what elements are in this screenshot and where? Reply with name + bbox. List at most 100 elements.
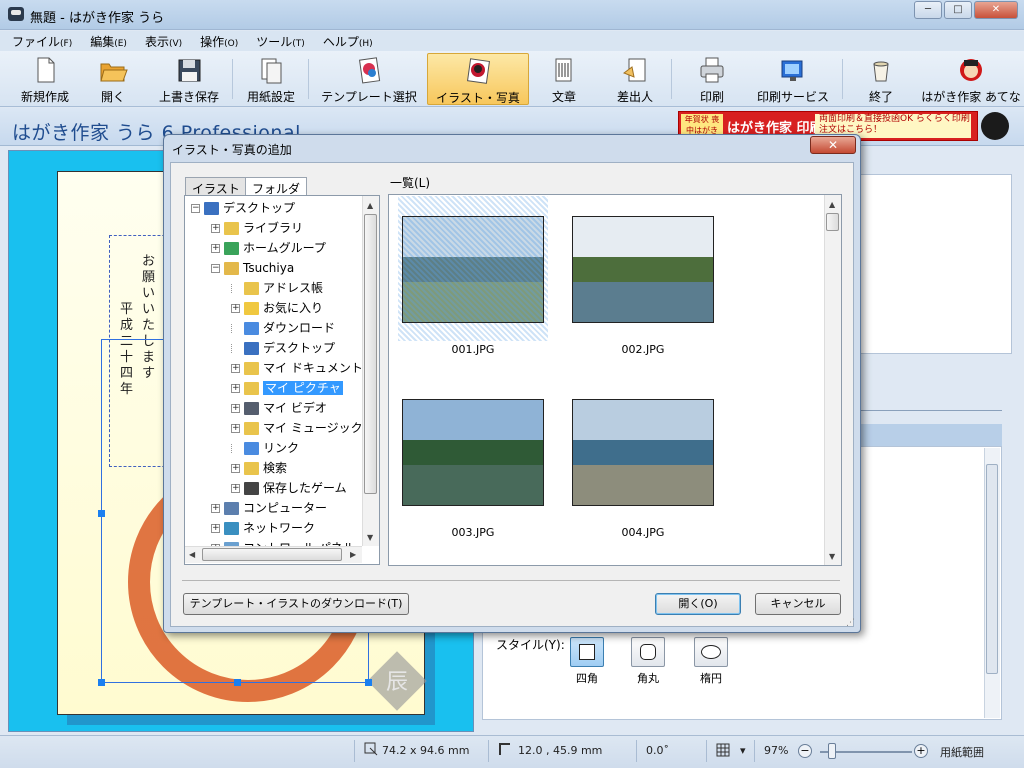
position-icon xyxy=(499,743,510,755)
expand-toggle-icon[interactable]: + xyxy=(211,524,220,533)
address-app-button[interactable]: はがき作家 あてな xyxy=(920,53,1022,105)
tree-item[interactable]: + マイ ドキュメント xyxy=(231,358,363,378)
style-ellipse-label: 楕円 xyxy=(700,672,722,685)
tree-item[interactable]: + ネットワーク xyxy=(211,518,315,538)
tree-item[interactable]: + コンピューター xyxy=(211,498,327,518)
style-ellipse-button[interactable] xyxy=(694,637,728,667)
tree-item[interactable]: + 検索 xyxy=(231,458,287,478)
tab-folder[interactable]: フォルダ xyxy=(245,177,308,196)
expand-toggle-icon[interactable]: + xyxy=(211,244,220,253)
minimize-button[interactable]: ─ xyxy=(914,1,942,19)
tree-item-label: リンク xyxy=(263,441,300,455)
menu-tools-key: (T) xyxy=(292,39,305,49)
menu-edit[interactable]: 編集(E) xyxy=(78,31,133,50)
folder-icon xyxy=(224,262,239,275)
menu-view-key: (V) xyxy=(168,39,183,49)
zoom-slider-knob[interactable] xyxy=(828,743,836,759)
new-label: 新規作成 xyxy=(20,90,69,104)
resize-handle[interactable] xyxy=(98,679,105,686)
menu-view[interactable]: 表示(V) xyxy=(133,31,188,50)
photo-caption: 003.JPG xyxy=(451,526,495,539)
tree-item[interactable]: リンク xyxy=(231,438,299,458)
resize-handle[interactable] xyxy=(365,679,372,686)
sender-button[interactable]: 差出人 xyxy=(603,53,667,105)
save-button[interactable]: 上書き保存 xyxy=(148,53,230,105)
tab-illust[interactable]: イラスト xyxy=(185,177,247,197)
tree-item[interactable]: + お気に入り xyxy=(231,298,323,318)
tree-scroll-down-icon[interactable]: ▼ xyxy=(367,533,373,542)
tree-item[interactable]: デスクトップ xyxy=(231,338,335,358)
tree-scroll-right-icon[interactable]: ▶ xyxy=(350,550,356,559)
tree-item[interactable]: アドレス帳 xyxy=(231,278,323,298)
style-rounded-button[interactable] xyxy=(631,637,665,667)
download-templates-button[interactable]: テンプレート・イラストのダウンロード(T) xyxy=(183,593,409,615)
expand-toggle-icon[interactable]: + xyxy=(231,464,240,473)
menu-operation[interactable]: 操作(O) xyxy=(188,31,244,50)
open-file-button[interactable]: 開く(O) xyxy=(655,593,741,615)
tree-item[interactable]: ダウンロード xyxy=(231,318,335,338)
style-square-button[interactable] xyxy=(570,637,604,667)
tree-item[interactable]: − Tsuchiya xyxy=(211,258,294,278)
expand-toggle-icon[interactable]: + xyxy=(211,224,220,233)
print-service-button[interactable]: 印刷サービス xyxy=(752,53,834,105)
dialog-close-button[interactable]: ✕ xyxy=(810,136,856,154)
expand-toggle-icon[interactable]: + xyxy=(231,364,240,373)
tree-item[interactable]: + ホームグループ xyxy=(211,238,326,258)
tree-item[interactable]: + マイ ミュージック xyxy=(231,418,363,438)
print-button[interactable]: 印刷 xyxy=(680,53,744,105)
menu-help[interactable]: ヘルプ(H) xyxy=(311,31,379,50)
tree-scroll-left-icon[interactable]: ◀ xyxy=(189,550,195,559)
resize-grip-icon[interactable]: ⋰ xyxy=(846,618,855,628)
expand-toggle-icon[interactable]: + xyxy=(211,504,220,513)
menu-tools[interactable]: ツール(T) xyxy=(244,31,311,50)
tree-item[interactable]: + 保存したゲーム xyxy=(231,478,347,498)
expand-toggle-icon[interactable]: − xyxy=(191,204,200,213)
grid-icon[interactable] xyxy=(716,743,730,757)
list-scroll-down-icon[interactable]: ▼ xyxy=(829,552,835,561)
tree-item[interactable]: + マイ ピクチャ xyxy=(231,378,343,398)
expand-toggle-icon[interactable]: + xyxy=(231,304,240,313)
resize-handle[interactable] xyxy=(98,510,105,517)
folder-tree-vscroll-thumb[interactable] xyxy=(364,214,377,494)
illust-photo-button[interactable]: イラスト・写真 xyxy=(427,53,529,105)
cancel-button[interactable]: キャンセル xyxy=(755,593,841,615)
thumbnail-list-vscroll[interactable] xyxy=(824,195,841,565)
maximize-button[interactable]: □ xyxy=(944,1,972,19)
zoom-in-button[interactable]: + xyxy=(914,744,928,758)
folder-tree-hscroll-thumb[interactable] xyxy=(202,548,342,561)
open-button[interactable]: 開く xyxy=(82,53,144,105)
style-panel-scroll-thumb[interactable] xyxy=(986,464,998,674)
tree-item[interactable]: + マイ ビデオ xyxy=(231,398,327,418)
photo-thumbnail[interactable] xyxy=(572,216,714,323)
expand-toggle-icon[interactable]: + xyxy=(231,424,240,433)
grid-dropdown-arrow-icon[interactable]: ▾ xyxy=(740,744,746,757)
folder-tree[interactable]: − デスクトップ + ライブラリ + ホームグループ − Tsuchiya アドレス帳 + お気に入… xyxy=(184,195,380,565)
zoom-out-button[interactable]: − xyxy=(798,744,812,758)
photo-thumbnail[interactable] xyxy=(402,399,544,506)
list-scroll-up-icon[interactable]: ▲ xyxy=(829,200,835,209)
expand-toggle-icon[interactable]: + xyxy=(231,404,240,413)
expand-toggle-icon[interactable]: + xyxy=(231,384,240,393)
photo-thumbnail[interactable] xyxy=(572,399,714,506)
expand-toggle-icon[interactable]: + xyxy=(231,484,240,493)
floppy-disk-icon xyxy=(178,59,201,82)
resize-handle[interactable] xyxy=(234,679,241,686)
text-button[interactable]: 文章 xyxy=(534,53,594,105)
new-button[interactable]: 新規作成 xyxy=(10,53,80,105)
tree-item[interactable]: − デスクトップ xyxy=(191,198,295,218)
window-close-button[interactable]: ✕ xyxy=(974,1,1018,19)
main-titlebar[interactable]: 無題 - はがき作家 うら ─ □ ✕ xyxy=(0,0,1024,30)
tree-scroll-up-icon[interactable]: ▲ xyxy=(367,201,373,210)
status-range[interactable]: 用紙範囲 xyxy=(940,744,984,760)
exit-button[interactable]: 終了 xyxy=(850,53,912,105)
tree-line-icon xyxy=(231,324,240,333)
photo-thumbnail[interactable] xyxy=(402,216,544,323)
template-select-button[interactable]: テンプレート選択 xyxy=(314,53,424,105)
menu-file[interactable]: ファイル(F) xyxy=(0,31,78,50)
paper-settings-button[interactable]: 用紙設定 xyxy=(238,53,304,105)
thumbnail-list-vscroll-thumb[interactable] xyxy=(826,213,839,231)
toolbar-separator xyxy=(308,59,309,99)
expand-toggle-icon[interactable]: − xyxy=(211,264,220,273)
tree-item[interactable]: + ライブラリ xyxy=(211,218,303,238)
toolbar-separator xyxy=(842,59,843,99)
